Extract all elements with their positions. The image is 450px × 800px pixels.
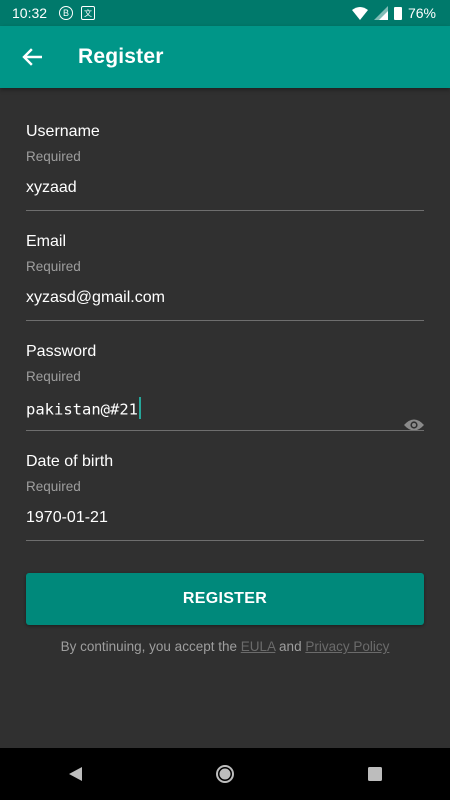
dob-underline — [26, 540, 424, 541]
password-label: Password — [26, 343, 97, 360]
arrow-back-icon — [22, 48, 42, 66]
dob-field[interactable]: Date of birth Required 1970-01-21 — [26, 418, 424, 541]
wifi-icon — [351, 6, 368, 20]
eula-link[interactable]: EULA — [241, 639, 276, 654]
nav-recents-icon — [368, 767, 382, 781]
username-label: Username — [26, 123, 100, 140]
username-input[interactable]: xyzaad — [26, 179, 77, 197]
app-bar: Register — [0, 26, 450, 88]
terms-text: By continuing, you accept the EULA and P… — [0, 639, 450, 654]
battery-icon — [393, 6, 402, 20]
status-bar: 10:32 B 文 76% — [0, 0, 450, 26]
nav-back-button[interactable] — [55, 754, 95, 794]
status-time: 10:32 — [12, 5, 48, 21]
b-icon: B — [59, 6, 74, 20]
translate-icon: 文 — [81, 6, 96, 20]
terms-conj: and — [279, 639, 302, 654]
nav-recents-button[interactable] — [355, 754, 395, 794]
page-title: Register — [78, 45, 164, 68]
email-input[interactable]: xyzasd@gmail.com — [26, 289, 165, 307]
nav-home-icon — [216, 765, 234, 783]
password-field[interactable]: Password Required pakistan@#21 — [26, 308, 424, 431]
email-label: Email — [26, 233, 67, 250]
text-cursor — [138, 397, 141, 419]
register-form: Username Required xyzaad Email Required … — [26, 88, 424, 541]
dob-input[interactable]: 1970-01-21 — [26, 509, 108, 527]
username-field[interactable]: Username Required xyzaad — [26, 88, 424, 211]
password-input[interactable]: pakistan@#21 — [26, 401, 138, 419]
system-nav-bar — [0, 748, 450, 800]
password-helper: Required — [26, 369, 81, 384]
email-field[interactable]: Email Required xyzasd@gmail.com — [26, 198, 424, 321]
dob-helper: Required — [26, 479, 81, 494]
nav-home-button[interactable] — [205, 754, 245, 794]
email-helper: Required — [26, 259, 81, 274]
signal-icon — [373, 6, 388, 20]
username-helper: Required — [26, 149, 81, 164]
nav-back-icon — [69, 767, 82, 781]
privacy-policy-link[interactable]: Privacy Policy — [305, 639, 389, 654]
terms-prefix: By continuing, you accept the — [60, 639, 237, 654]
back-button[interactable] — [12, 37, 52, 77]
battery-percent: 76% — [407, 5, 436, 21]
register-button[interactable]: REGISTER — [26, 573, 424, 625]
dob-label: Date of birth — [26, 453, 114, 470]
